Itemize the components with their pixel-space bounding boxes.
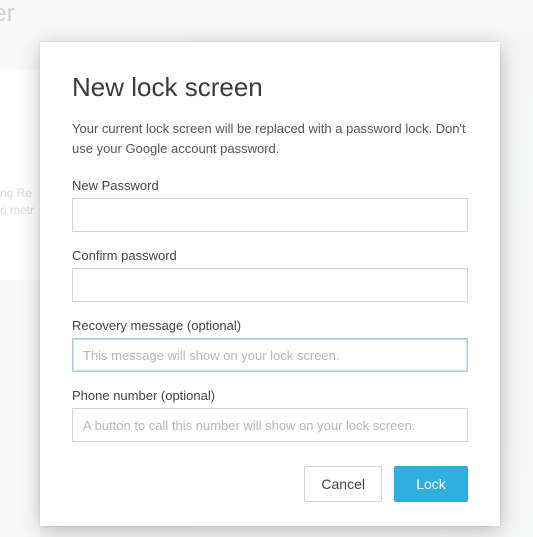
field-recovery-message: Recovery message (optional) [72,318,468,372]
cancel-button[interactable]: Cancel [304,466,382,502]
new-lock-screen-dialog: New lock screen Your current lock screen… [40,42,500,526]
phone-number-label: Phone number (optional) [72,388,468,403]
new-password-label: New Password [72,178,468,193]
dialog-button-row: Cancel Lock [72,466,468,502]
confirm-password-label: Confirm password [72,248,468,263]
field-confirm-password: Confirm password [72,248,468,302]
field-phone-number: Phone number (optional) [72,388,468,442]
dialog-title: New lock screen [72,72,468,103]
phone-number-input[interactable] [72,408,468,442]
new-password-input[interactable] [72,198,468,232]
lock-button[interactable]: Lock [394,466,468,502]
recovery-message-label: Recovery message (optional) [72,318,468,333]
confirm-password-input[interactable] [72,268,468,302]
dialog-description: Your current lock screen will be replace… [72,119,468,158]
recovery-message-input[interactable] [72,338,468,372]
field-new-password: New Password [72,178,468,232]
